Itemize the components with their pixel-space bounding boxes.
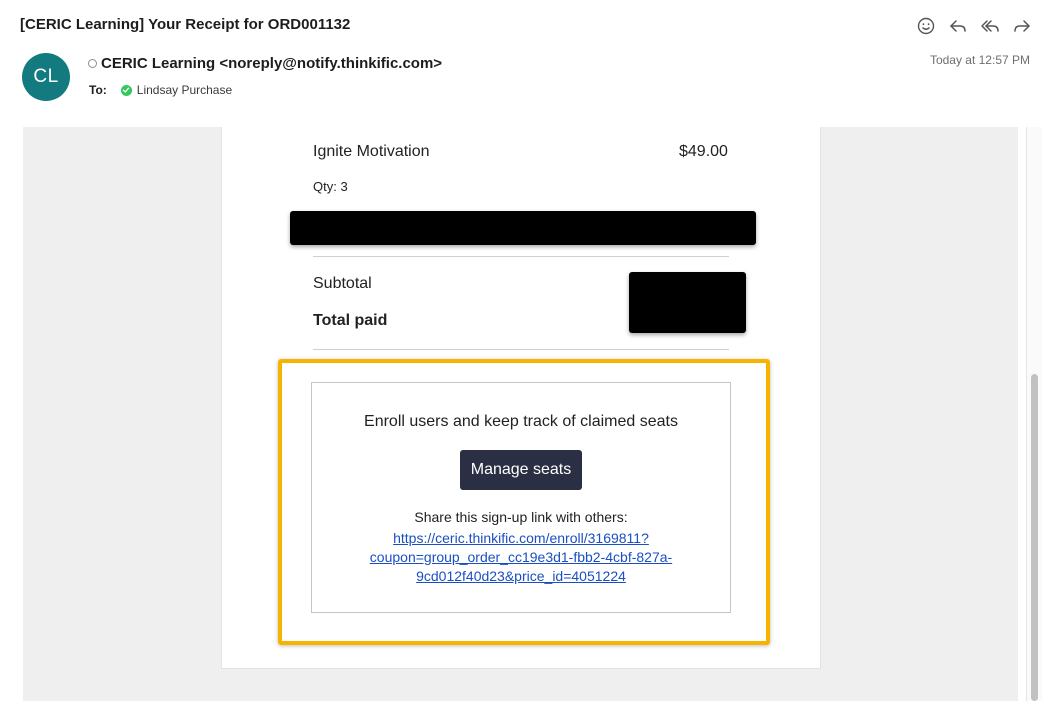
signup-link-line[interactable]: https://ceric.thinkific.com/enroll/31698… <box>352 529 690 548</box>
seats-heading: Enroll users and keep track of claimed s… <box>364 413 678 430</box>
item-name: Ignite Motivation <box>313 143 430 160</box>
recipient-row: To: Lindsay Purchase <box>89 83 232 97</box>
message-timestamp: Today at 12:57 PM <box>929 53 1030 67</box>
verified-check-icon <box>120 84 132 96</box>
share-instructions: Share this sign-up link with others: <box>414 509 628 525</box>
redaction-box <box>629 272 746 333</box>
sender-name[interactable]: CERIC Learning <noreply@notify.thinkific… <box>101 55 442 72</box>
total-paid-label: Total paid <box>313 312 388 329</box>
manage-seats-button[interactable]: Manage seats <box>460 450 582 490</box>
item-price: $49.00 <box>679 143 728 160</box>
scrollbar[interactable] <box>1026 127 1042 701</box>
recipient-name[interactable]: Lindsay Purchase <box>137 83 232 97</box>
message-toolbar <box>914 15 1034 37</box>
signup-link-line[interactable]: coupon=group_order_cc19e3d1-fbb2-4cbf-82… <box>352 548 690 567</box>
manage-seats-panel: Enroll users and keep track of claimed s… <box>311 382 731 613</box>
subtotal-label: Subtotal <box>313 275 372 292</box>
redaction-bar <box>290 211 756 245</box>
forward-icon[interactable] <box>1010 15 1034 37</box>
item-quantity: Qty: 3 <box>313 179 348 194</box>
scrollbar-thumb[interactable] <box>1031 374 1038 701</box>
sender-avatar: CL <box>22 53 70 101</box>
signup-link-line[interactable]: 9cd012f40d23&price_id=4051224 <box>352 567 690 586</box>
email-subject: [CERIC Learning] Your Receipt for ORD001… <box>20 16 351 33</box>
sender-row: CERIC Learning <noreply@notify.thinkific… <box>88 55 442 72</box>
divider <box>313 349 729 350</box>
status-ring-icon <box>88 59 97 68</box>
divider <box>313 256 729 257</box>
reply-icon[interactable] <box>946 15 970 37</box>
reply-all-icon[interactable] <box>978 15 1002 37</box>
to-label: To: <box>89 83 107 97</box>
emoji-icon[interactable] <box>914 15 938 37</box>
signup-link[interactable]: https://ceric.thinkific.com/enroll/31698… <box>352 529 690 586</box>
